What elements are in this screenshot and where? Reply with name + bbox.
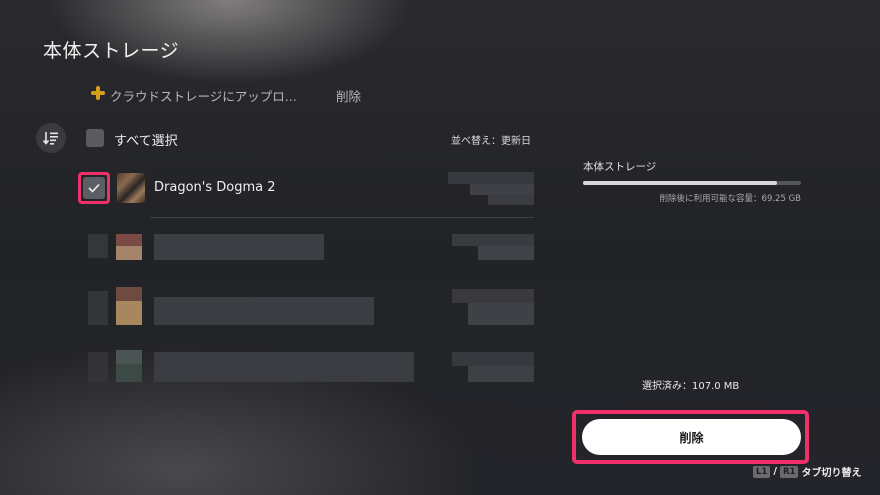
- game-title[interactable]: Dragon's Dogma 2: [154, 180, 276, 195]
- storage-label: 本体ストレージ: [583, 161, 657, 173]
- hint-text: タブ切り替え: [801, 468, 862, 479]
- l1-key-icon: L1: [753, 465, 771, 478]
- select-all-label: すべて選択: [114, 134, 178, 149]
- toolbar-delete-button[interactable]: 削除: [336, 86, 361, 105]
- page-title: 本体ストレージ: [43, 40, 180, 62]
- sort-order-label: 並べ替え：更新日: [451, 136, 531, 147]
- row-divider: [150, 217, 534, 218]
- sort-button[interactable]: [36, 123, 66, 153]
- game-checkbox[interactable]: [83, 177, 105, 199]
- tab-switch-hint: L1 / R1 タブ切り替え: [753, 464, 861, 479]
- playstation-plus-icon: [91, 86, 105, 100]
- delete-button[interactable]: 削除: [582, 419, 801, 455]
- storage-usage-bar: [583, 181, 801, 185]
- selected-size-text: 選択済み：107.0 MB: [642, 381, 740, 392]
- storage-free-text: 削除後に利用可能な容量：69.25 GB: [659, 194, 801, 204]
- storage-usage-fill: [583, 181, 778, 185]
- game-thumbnail: [117, 173, 145, 203]
- cloud-upload-button[interactable]: クラウドストレージにアップロ...: [110, 86, 297, 105]
- check-icon: [88, 183, 100, 193]
- select-all-checkbox[interactable]: [86, 129, 104, 147]
- hint-separator: /: [773, 466, 777, 477]
- r1-key-icon: R1: [780, 465, 799, 478]
- sort-icon: [43, 132, 58, 145]
